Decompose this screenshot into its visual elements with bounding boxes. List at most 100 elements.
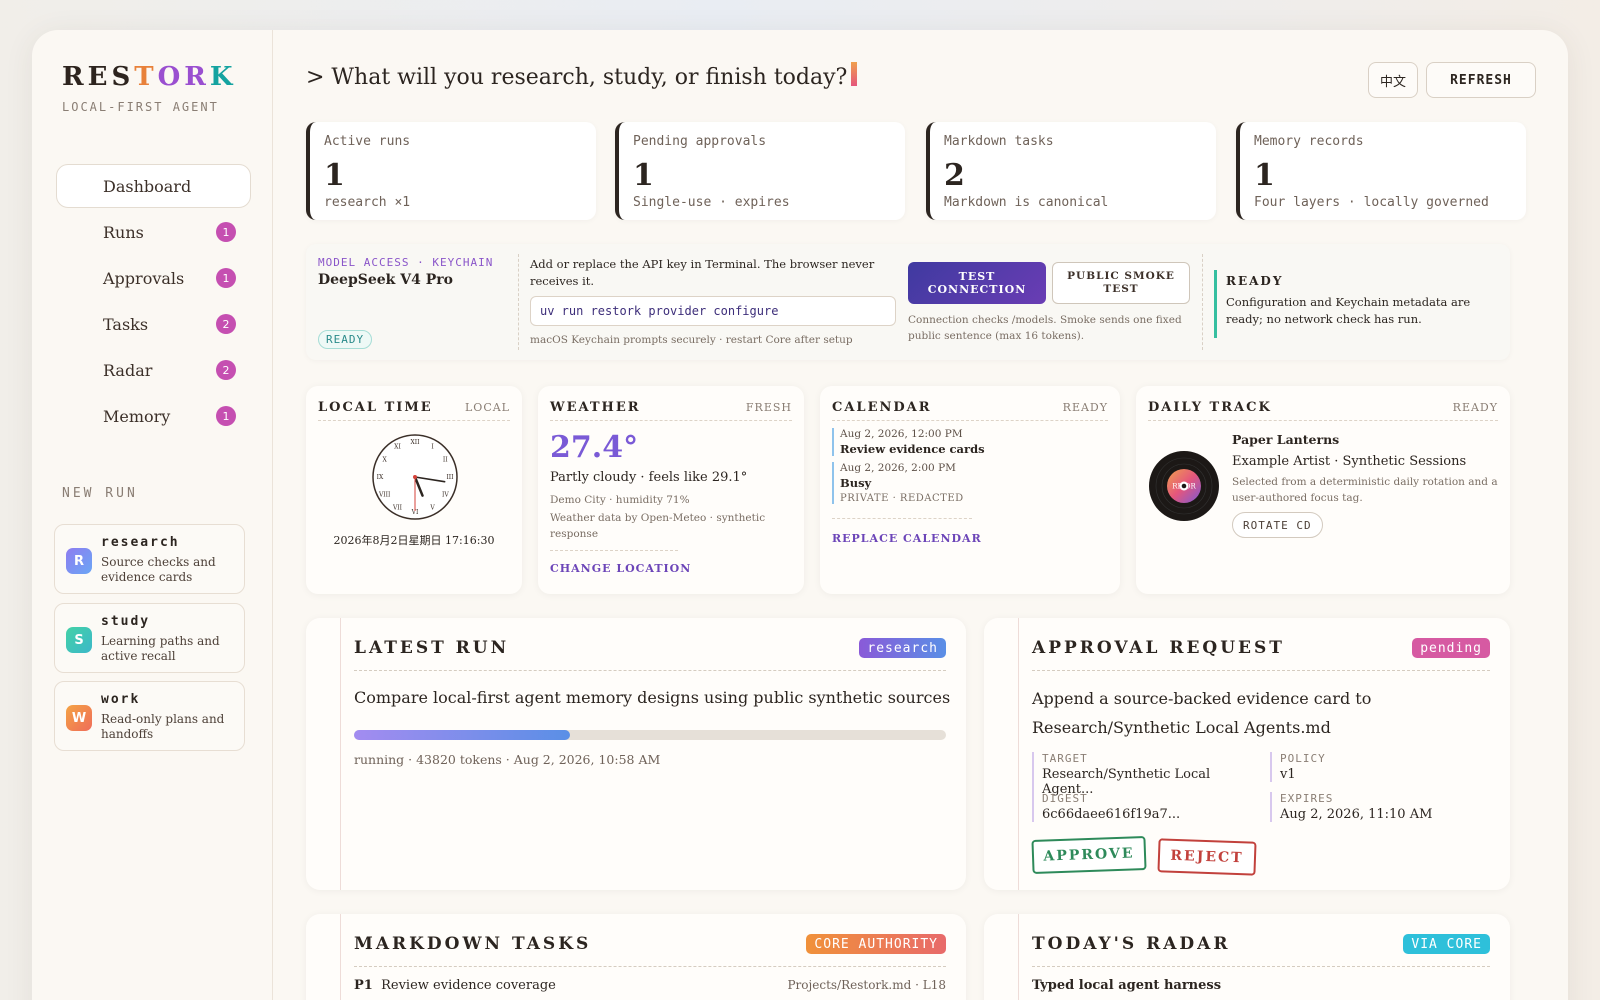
divider <box>550 550 678 551</box>
clock-numeral: III <box>446 474 454 481</box>
margin-rule <box>1018 914 1019 1000</box>
run-type-title: research <box>101 535 180 550</box>
new-research-run-card[interactable]: R research Source checks and evidence ca… <box>54 524 245 594</box>
keychain-note: macOS Keychain prompts securely · restar… <box>530 334 853 346</box>
nav-label: Radar <box>103 360 153 380</box>
reject-button[interactable]: REJECT <box>1157 838 1257 876</box>
nav-tasks[interactable]: Tasks 2 <box>56 302 251 346</box>
replace-calendar-link[interactable]: REPLACE CALENDAR <box>832 532 982 545</box>
approval-status-tag: pending <box>1412 638 1490 658</box>
model-instructions: Add or replace the API key in Terminal. … <box>530 257 875 288</box>
calendar-widget: CALENDAR READY Aug 2, 2026, 12:00 PM Rev… <box>820 386 1120 594</box>
run-type-title: study <box>101 614 151 629</box>
nav-radar[interactable]: Radar 2 <box>56 348 251 392</box>
weather-source: Weather data by Open-Meteo · synthetic r… <box>550 512 766 540</box>
stat-memory-records[interactable]: Memory records 1 Four layers · locally gov… <box>1236 122 1526 220</box>
run-type-desc: Read-only plans and handoffs <box>101 712 225 741</box>
run-question: Compare local-first agent memory designs… <box>354 688 951 707</box>
margin-rule <box>1018 618 1019 890</box>
sidebar: RESTORK LOCAL-FIRST AGENT Dashboard Runs… <box>32 30 273 1000</box>
count-badge: 1 <box>216 406 236 426</box>
nav-dashboard[interactable]: Dashboard <box>56 164 251 208</box>
widget-title: CALENDAR <box>832 400 932 415</box>
divider <box>1202 254 1203 350</box>
nav-label: Runs <box>103 222 144 242</box>
stat-active-runs[interactable]: Active runs 1 research ×1 <box>306 122 596 220</box>
model-name: DeepSeek V4 Pro <box>318 272 453 288</box>
count-badge: 1 <box>216 222 236 242</box>
core-authority-tag: CORE AUTHORITY <box>806 934 946 954</box>
local-time-widget: LOCAL TIME LOCAL XII I II III IV V VI VII VIII IX… <box>306 386 522 594</box>
language-button[interactable]: 中文 <box>1368 62 1418 98</box>
divider <box>1148 420 1498 421</box>
stat-pending-approvals[interactable]: Pending approvals 1 Single-use · expires <box>615 122 905 220</box>
nav-runs[interactable]: Runs 1 <box>56 210 251 254</box>
run-meta: running · 43820 tokens · Aug 2, 2026, 10… <box>354 752 661 767</box>
radar-item[interactable]: Typed local agent harness <box>1032 978 1221 993</box>
new-run-heading: NEW RUN <box>62 486 138 501</box>
widget-status: LOCAL <box>465 401 510 414</box>
margin-rule <box>340 618 341 890</box>
rotate-cd-button[interactable]: ROTATE CD <box>1232 512 1323 538</box>
clock-numeral: IX <box>377 474 384 481</box>
nav-memory[interactable]: Memory 1 <box>56 394 251 438</box>
new-study-run-card[interactable]: S study Learning paths and active recall <box>54 603 245 673</box>
public-smoke-test-button[interactable]: PUBLIC SMOKE TEST <box>1052 262 1190 304</box>
sidebar-nav: Dashboard Runs 1 Approvals 1 Tasks 2 Radar 2… <box>56 164 251 440</box>
nav-approvals[interactable]: Approvals 1 <box>56 256 251 300</box>
divider <box>318 420 510 421</box>
nav-label: Dashboard <box>103 176 192 196</box>
widget-status: READY <box>1062 401 1108 414</box>
clock-numeral: II <box>443 457 448 464</box>
calendar-event[interactable]: Aug 2, 2026, 12:00 PM Review evidence ca… <box>832 428 985 456</box>
local-datetime: 2026年8月2日星期日 17:16:30 <box>333 534 495 547</box>
weather-detail: Demo City · humidity 71% <box>550 494 690 506</box>
weather-widget: WEATHER FRESH 27.4° Partly cloudy · feel… <box>538 386 804 594</box>
via-core-tag: VIA CORE <box>1403 934 1490 954</box>
widget-title: WEATHER <box>550 400 641 415</box>
widget-title: LOCAL TIME <box>318 400 433 415</box>
task-location: Projects/Restork.md · L18 <box>787 978 946 992</box>
card-title: LATEST RUN <box>354 638 510 658</box>
temperature: 27.4° <box>550 430 639 465</box>
card-title: MARKDOWN TASKS <box>354 934 592 954</box>
latest-run-card[interactable]: LATEST RUN research Compare local-first … <box>306 618 966 890</box>
widget-title: DAILY TRACK <box>1148 400 1272 415</box>
stat-markdown-tasks[interactable]: Markdown tasks 2 Markdown is canonical <box>926 122 1216 220</box>
count-badge: 1 <box>216 268 236 288</box>
card-title: TODAY'S RADAR <box>1032 934 1231 954</box>
divider <box>832 420 1108 421</box>
nav-label: Tasks <box>103 314 149 334</box>
margin-rule <box>340 914 341 1000</box>
ready-title: READY <box>1226 274 1284 288</box>
divider <box>550 420 792 421</box>
ready-indicator <box>1214 270 1217 338</box>
task-row[interactable]: P1 Review evidence coverage <box>354 978 556 993</box>
target-field: TARGET Research/Synthetic Local Agent... <box>1032 752 1256 797</box>
progress-fill <box>354 730 571 740</box>
change-location-link[interactable]: CHANGE LOCATION <box>550 562 691 575</box>
new-work-run-card[interactable]: W work Read-only plans and handoffs <box>54 681 245 751</box>
main-content: > What will you research, study, or fini… <box>274 30 1568 1000</box>
approve-button[interactable]: APPROVE <box>1031 836 1147 874</box>
configure-command[interactable]: uv run restork provider configure <box>530 296 896 326</box>
clock-numeral: VII <box>392 504 403 511</box>
research-icon: R <box>66 548 92 574</box>
tagline: LOCAL-FIRST AGENT <box>62 100 219 114</box>
run-type-tag: research <box>859 638 946 658</box>
run-type-desc: Learning paths and active recall <box>101 634 220 663</box>
card-title: APPROVAL REQUEST <box>1032 638 1285 658</box>
widget-status: READY <box>1452 401 1498 414</box>
weather-summary: Partly cloudy · feels like 29.1° <box>550 470 748 485</box>
refresh-button[interactable]: REFRESH <box>1426 62 1536 98</box>
clock-numeral: X <box>383 457 388 464</box>
test-connection-button[interactable]: TEST CONNECTION <box>908 262 1046 304</box>
policy-field: POLICY v1 <box>1270 752 1326 782</box>
connection-note: Connection checks /models. Smoke sends o… <box>908 314 1182 342</box>
restork-logo[interactable]: RESTORK <box>62 62 236 92</box>
calendar-event[interactable]: Aug 2, 2026, 2:00 PM Busy PRIVATE · REDA… <box>832 462 964 504</box>
divider <box>354 670 946 671</box>
count-badge: 2 <box>216 314 236 334</box>
count-badge: 2 <box>216 360 236 380</box>
ready-text: Configuration and Keychain metadata are … <box>1226 295 1471 326</box>
